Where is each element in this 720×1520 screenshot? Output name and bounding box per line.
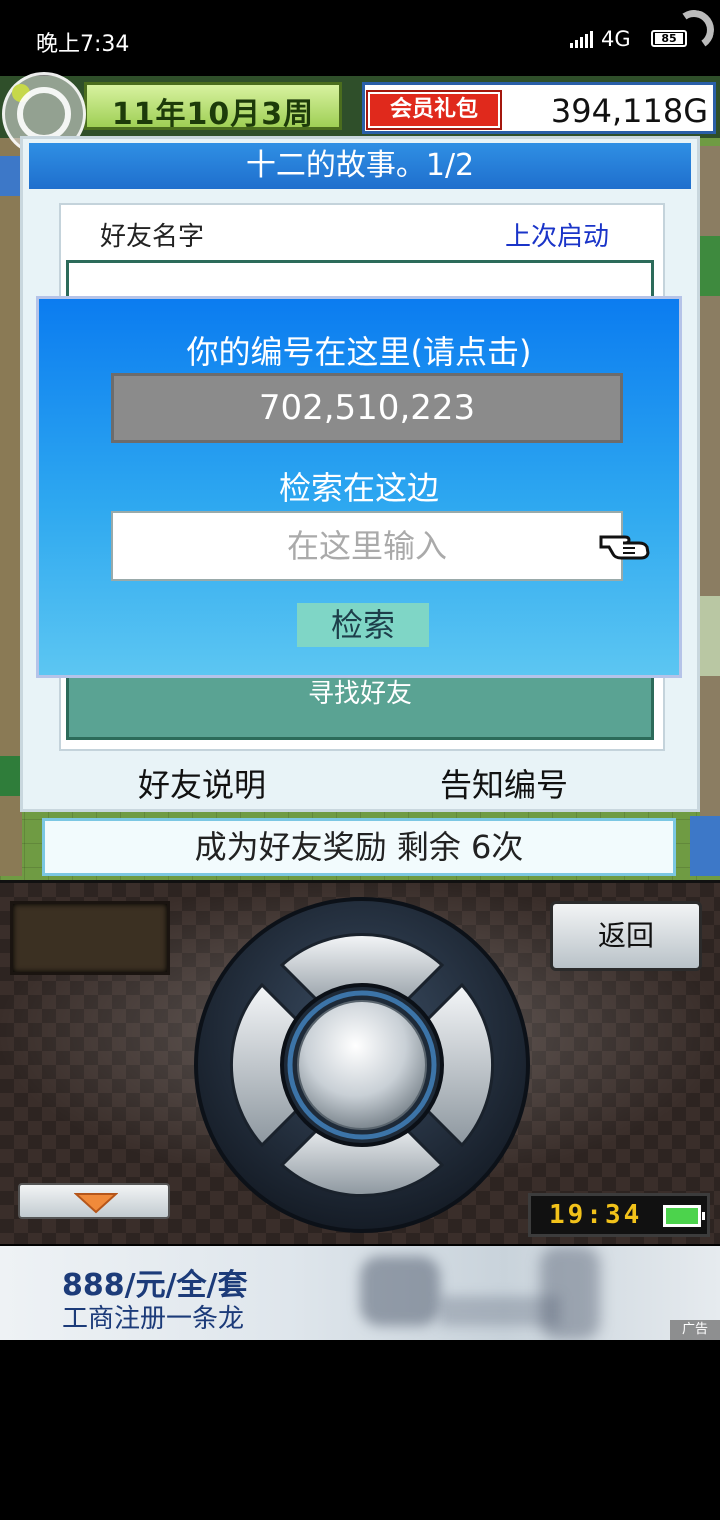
panel-title: 十二的故事。1/2 bbox=[29, 143, 691, 189]
find-friend-button[interactable]: 寻找好友 bbox=[66, 672, 654, 740]
game-date-text: 11年10月3周 bbox=[111, 97, 315, 132]
status-time: 晚上7:34 bbox=[36, 32, 130, 57]
your-id-box[interactable]: 702,510,223 bbox=[111, 373, 623, 443]
status-bar: 晚上7:34 4G 85 bbox=[0, 0, 720, 76]
search-button[interactable]: 检索 bbox=[297, 603, 429, 647]
controller-panel: 返回 19:34 bbox=[0, 880, 720, 1244]
money-value: 394,118G bbox=[550, 92, 708, 130]
id-popup: 你的编号在这里(请点击) 702,510,223 检索在这边 检索 bbox=[36, 296, 682, 678]
ad-subline: 工商注册一条龙 bbox=[62, 1304, 245, 1334]
game-controller-icon bbox=[17, 87, 71, 141]
menu-toggle-button[interactable] bbox=[18, 1183, 170, 1219]
your-id-caption: 你的编号在这里(请点击) bbox=[186, 333, 532, 371]
vip-gift-button[interactable]: 会员礼包 bbox=[366, 90, 502, 130]
ad-banner[interactable]: 888/元/全/套 工商注册一条龙 广告 bbox=[0, 1246, 720, 1340]
controller-screen bbox=[10, 901, 170, 975]
friend-reward-bar: 成为好友奖励 剩余 6次 bbox=[42, 818, 676, 876]
friend-explain-tab[interactable]: 好友说明 bbox=[138, 760, 266, 806]
dpad-center-button[interactable] bbox=[297, 1000, 427, 1130]
friend-list-row[interactable] bbox=[66, 260, 654, 300]
dpad[interactable] bbox=[192, 895, 532, 1235]
pointing-hand-icon bbox=[599, 535, 650, 560]
back-button[interactable]: 返回 bbox=[550, 901, 702, 971]
triangle-down-icon bbox=[74, 1193, 118, 1214]
column-last-launch: 上次启动 bbox=[505, 222, 610, 252]
battery-full-icon bbox=[663, 1205, 705, 1227]
network-type: 4G bbox=[601, 27, 631, 51]
notify-id-tab[interactable]: 告知编号 bbox=[440, 760, 568, 806]
signal-icon bbox=[570, 30, 594, 48]
search-id-input[interactable] bbox=[111, 511, 623, 581]
ad-tag: 广告 bbox=[670, 1320, 720, 1340]
clock-display: 19:34 bbox=[528, 1193, 710, 1237]
column-friend-name: 好友名字 bbox=[100, 222, 205, 252]
search-caption: 检索在这边 bbox=[278, 469, 439, 507]
clock-time: 19:34 bbox=[549, 1200, 643, 1230]
game-date: 11年10月3周 bbox=[84, 82, 342, 132]
